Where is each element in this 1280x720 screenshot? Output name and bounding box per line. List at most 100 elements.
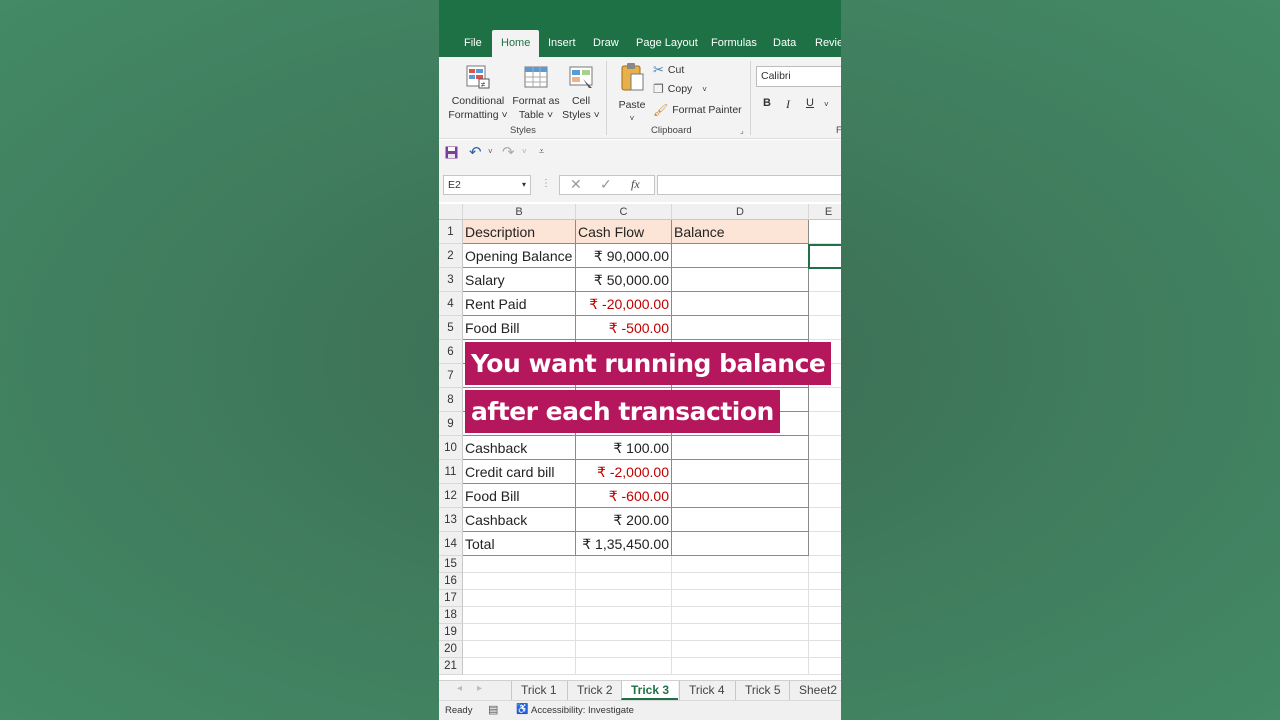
cancel-icon[interactable]: ✕ xyxy=(570,176,582,193)
cell-b3[interactable]: Salary xyxy=(463,268,576,292)
tab-home[interactable]: Home xyxy=(492,30,540,57)
empty-cell[interactable] xyxy=(576,590,672,607)
name-box[interactable]: E2 ▾ xyxy=(443,175,531,195)
row-header[interactable]: 6 xyxy=(439,340,463,364)
cell-b13[interactable]: Cashback xyxy=(463,508,576,532)
cell-e5[interactable] xyxy=(809,316,841,340)
row-header[interactable]: 11 xyxy=(439,460,463,484)
cell-d13[interactable] xyxy=(672,508,809,532)
tab-file[interactable]: File xyxy=(455,30,491,57)
empty-cell[interactable] xyxy=(463,641,576,658)
copy-button[interactable]: ❐ Copy ˅ xyxy=(653,82,707,96)
underline-button[interactable]: U xyxy=(806,97,814,109)
empty-cell[interactable] xyxy=(809,573,841,590)
cell-c1[interactable]: Cash Flow xyxy=(576,220,672,244)
row-header[interactable]: 18 xyxy=(439,607,463,624)
row-header[interactable]: 5 xyxy=(439,316,463,340)
column-header-c[interactable]: C xyxy=(576,204,672,220)
sheet-tab-trick-4[interactable]: Trick 4 xyxy=(679,681,734,700)
empty-cell[interactable] xyxy=(809,658,841,675)
empty-cell[interactable] xyxy=(809,556,841,573)
paste-button[interactable]: Paste ˅ xyxy=(615,61,649,126)
tab-review[interactable]: Review xyxy=(806,30,841,57)
row-header[interactable]: 12 xyxy=(439,484,463,508)
empty-cell[interactable] xyxy=(576,641,672,658)
empty-cell[interactable] xyxy=(672,556,809,573)
empty-cell[interactable] xyxy=(672,607,809,624)
row-header[interactable]: 10 xyxy=(439,436,463,460)
format-painter-button[interactable]: 🖌 Format Painter xyxy=(653,103,742,117)
cell-c3[interactable]: ₹ 50,000.00 xyxy=(576,268,672,292)
name-box-dropdown-icon[interactable]: ▾ xyxy=(522,176,526,194)
column-header-e[interactable]: E xyxy=(809,204,841,220)
row-header[interactable]: 1 xyxy=(439,220,463,244)
customize-qat-icon[interactable]: ⩡ xyxy=(539,146,544,157)
cell-b5[interactable]: Food Bill xyxy=(463,316,576,340)
redo-icon[interactable]: ↷ xyxy=(502,143,515,161)
sheet-tab-trick-3[interactable]: Trick 3 xyxy=(621,681,679,700)
dialog-launcher-icon[interactable]: ⌟ xyxy=(740,126,744,135)
undo-icon[interactable]: ↶ xyxy=(469,143,482,161)
cell-b14[interactable]: Total xyxy=(463,532,576,556)
row-header[interactable]: 14 xyxy=(439,532,463,556)
row-header[interactable]: 20 xyxy=(439,641,463,658)
cell-e11[interactable] xyxy=(809,460,841,484)
paste-dropdown-icon[interactable]: ˅ xyxy=(615,112,649,126)
cell-e3[interactable] xyxy=(809,268,841,292)
empty-cell[interactable] xyxy=(809,607,841,624)
empty-cell[interactable] xyxy=(463,658,576,675)
sheet-tab-trick-1[interactable]: Trick 1 xyxy=(511,681,566,700)
cell-b10[interactable]: Cashback xyxy=(463,436,576,460)
empty-cell[interactable] xyxy=(463,556,576,573)
row-header[interactable]: 15 xyxy=(439,556,463,573)
cell-e12[interactable] xyxy=(809,484,841,508)
row-header[interactable]: 21 xyxy=(439,658,463,675)
cell-c12[interactable]: ₹ -600.00 xyxy=(576,484,672,508)
cell-c11[interactable]: ₹ -2,000.00 xyxy=(576,460,672,484)
cell-d10[interactable] xyxy=(672,436,809,460)
conditional-formatting-button[interactable]: ≠ Conditional Formatting ˅ xyxy=(447,63,509,122)
underline-dropdown-icon[interactable]: ˅ xyxy=(824,100,829,109)
row-header[interactable]: 16 xyxy=(439,573,463,590)
tab-draw[interactable]: Draw xyxy=(584,30,628,57)
sheet-tab-trick-2[interactable]: Trick 2 xyxy=(567,681,622,700)
row-header[interactable]: 19 xyxy=(439,624,463,641)
cell-d14[interactable] xyxy=(672,532,809,556)
cell-c14[interactable]: ₹ 1,35,450.00 xyxy=(576,532,672,556)
empty-cell[interactable] xyxy=(672,573,809,590)
cut-button[interactable]: ✂ Cut xyxy=(653,62,684,78)
cell-d5[interactable] xyxy=(672,316,809,340)
cell-d11[interactable] xyxy=(672,460,809,484)
row-header[interactable]: 2 xyxy=(439,244,463,268)
cell-b2[interactable]: Opening Balance xyxy=(463,244,576,268)
accessibility-icon[interactable]: ♿ xyxy=(516,704,528,715)
cell-d2[interactable] xyxy=(672,244,809,268)
cell-e1[interactable] xyxy=(809,220,841,244)
cell-e2[interactable] xyxy=(809,244,841,268)
redo-dropdown-icon[interactable]: ˅ xyxy=(522,147,527,156)
row-header[interactable]: 3 xyxy=(439,268,463,292)
tab-data[interactable]: Data xyxy=(764,30,805,57)
sheet-tab-sheet2[interactable]: Sheet2 xyxy=(789,681,841,700)
macro-record-icon[interactable]: ▤ xyxy=(488,703,498,716)
cell-c10[interactable]: ₹ 100.00 xyxy=(576,436,672,460)
row-header[interactable]: 7 xyxy=(439,364,463,388)
accessibility-status[interactable]: Accessibility: Investigate xyxy=(531,705,634,716)
cell-c2[interactable]: ₹ 90,000.00 xyxy=(576,244,672,268)
undo-dropdown-icon[interactable]: ˅ xyxy=(488,147,493,156)
cell-e10[interactable] xyxy=(809,436,841,460)
empty-cell[interactable] xyxy=(576,556,672,573)
empty-cell[interactable] xyxy=(672,624,809,641)
empty-cell[interactable] xyxy=(576,624,672,641)
row-header[interactable]: 13 xyxy=(439,508,463,532)
copy-dropdown-icon[interactable]: ˅ xyxy=(702,85,707,94)
empty-cell[interactable] xyxy=(809,641,841,658)
cell-c13[interactable]: ₹ 200.00 xyxy=(576,508,672,532)
tab-formulas[interactable]: Formulas xyxy=(702,30,766,57)
cell-e14[interactable] xyxy=(809,532,841,556)
bold-button[interactable]: B xyxy=(763,97,771,109)
cell-e4[interactable] xyxy=(809,292,841,316)
empty-cell[interactable] xyxy=(809,624,841,641)
save-icon[interactable] xyxy=(445,146,458,159)
cell-d1[interactable]: Balance xyxy=(672,220,809,244)
